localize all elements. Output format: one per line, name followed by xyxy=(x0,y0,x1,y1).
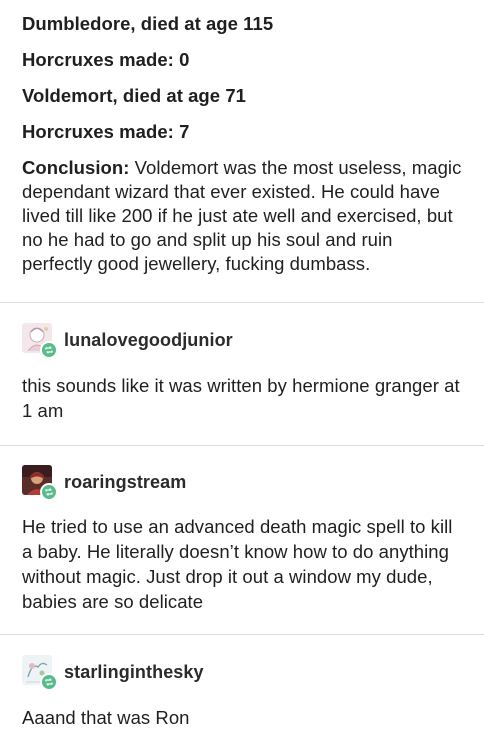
reblog-comment: starlinginthesky Aaand that was Ron xyxy=(0,635,484,740)
tumblr-post-screenshot: Dumbledore, died at age 115 Horcruxes ma… xyxy=(0,0,484,750)
reblog-icon xyxy=(40,483,58,501)
reblog-icon xyxy=(40,673,58,691)
reblog-comment-text: Aaand that was Ron xyxy=(22,707,190,728)
username[interactable]: lunalovegoodjunior xyxy=(64,330,233,351)
avatar-container[interactable] xyxy=(22,465,58,501)
username[interactable]: roaringstream xyxy=(64,472,186,493)
reblog-header: starlinginthesky xyxy=(22,655,462,691)
post-line-dumbledore-horcruxes: Horcruxes made: 0 xyxy=(22,49,190,70)
reblog-icon xyxy=(40,341,58,359)
reblog-header: lunalovegoodjunior xyxy=(22,323,462,359)
original-post: Dumbledore, died at age 115 Horcruxes ma… xyxy=(0,0,484,302)
post-line-dumbledore: Dumbledore, died at age 115 xyxy=(22,13,274,34)
post-line-voldemort-horcruxes: Horcruxes made: 7 xyxy=(22,121,190,142)
reblog-comment-text: He tried to use an advanced death magic … xyxy=(22,516,453,612)
username[interactable]: starlinginthesky xyxy=(64,662,204,683)
reblog-comment: roaringstream He tried to use an advance… xyxy=(0,446,484,634)
conclusion-label: Conclusion: xyxy=(22,157,130,178)
reblog-comment-text: this sounds like it was written by hermi… xyxy=(22,375,460,421)
avatar-container[interactable] xyxy=(22,323,58,359)
reblog-comment: lunalovegoodjunior this sounds like it w… xyxy=(0,303,484,445)
post-conclusion: Conclusion: Voldemort was the most usele… xyxy=(22,156,462,302)
post-line-voldemort: Voldemort, died at age 71 xyxy=(22,85,246,106)
reblog-header: roaringstream xyxy=(22,465,462,501)
avatar-container[interactable] xyxy=(22,655,58,691)
